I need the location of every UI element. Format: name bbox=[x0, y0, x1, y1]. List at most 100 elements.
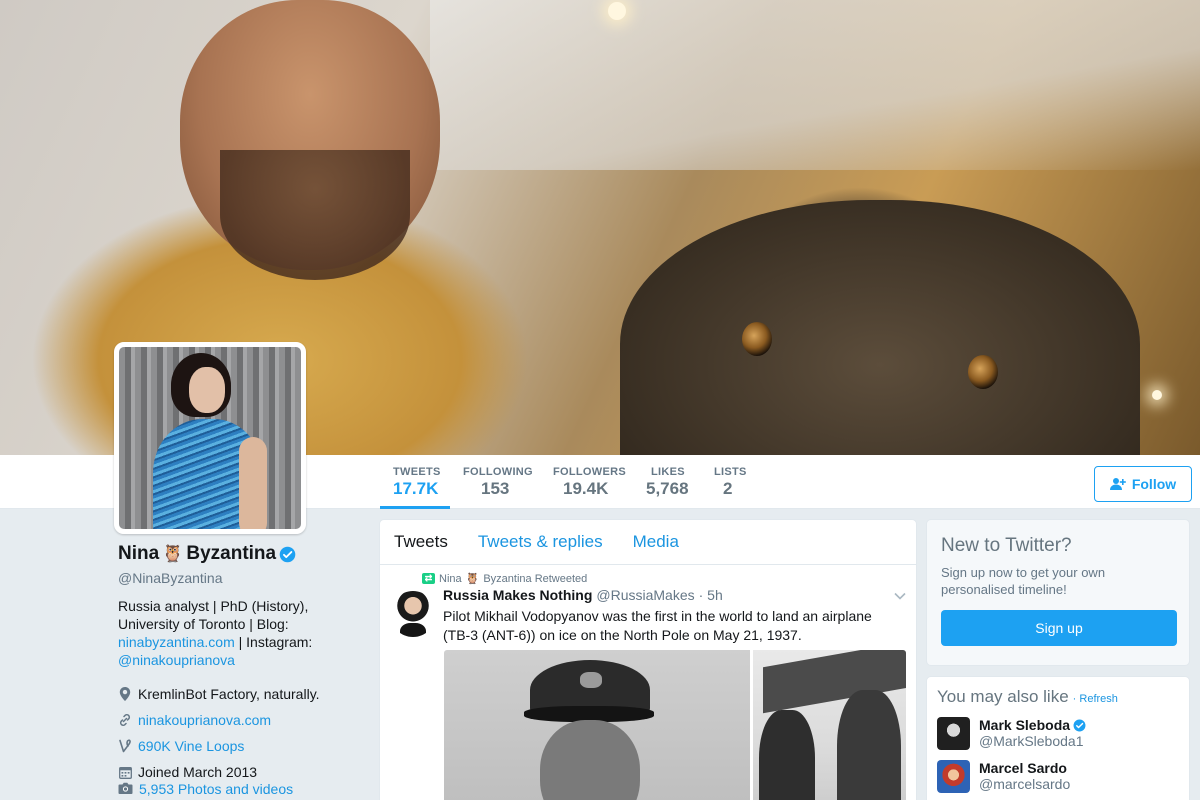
profile-handle[interactable]: @NinaByzantina bbox=[118, 570, 368, 586]
suggestions-title: You may also like bbox=[937, 687, 1069, 706]
profile-bio: Russia analyst | PhD (History), Universi… bbox=[118, 597, 363, 669]
refresh-link[interactable]: · Refresh bbox=[1073, 693, 1118, 705]
location-text: KremlinBot Factory, naturally. bbox=[138, 686, 320, 702]
retweet-context: ⇄ Nina 🦉 Byzantina Retweeted bbox=[422, 572, 587, 585]
user-name[interactable]: Mark Sleboda bbox=[979, 717, 1086, 733]
profile-vine[interactable]: 690K Vine Loops bbox=[118, 733, 368, 759]
tab-tweets[interactable]: Tweets bbox=[394, 532, 448, 552]
verified-icon bbox=[1073, 719, 1086, 731]
suggested-user[interactable]: Mark Sleboda @MarkSleboda1 bbox=[937, 717, 1086, 753]
banner-dog bbox=[620, 200, 1140, 455]
photo-person bbox=[759, 710, 815, 800]
stat-label: FOLLOWERS bbox=[553, 466, 626, 478]
stat-label: LISTS bbox=[714, 466, 747, 478]
add-user-icon bbox=[1109, 478, 1126, 490]
location-pin-icon bbox=[118, 687, 132, 701]
user-handle: @MarkSleboda1 bbox=[979, 733, 1084, 749]
stat-followers[interactable]: FOLLOWERS 19.4K bbox=[553, 455, 626, 509]
link-icon bbox=[118, 713, 132, 727]
banner-dog-eye bbox=[968, 355, 998, 389]
profile-card: Nina 🦉 Byzantina @NinaByzantina Russia a… bbox=[118, 543, 368, 785]
bio-blog-link[interactable]: ninabyzantina.com bbox=[118, 634, 235, 650]
stat-lists[interactable]: LISTS 2 bbox=[714, 455, 747, 509]
verified-icon bbox=[279, 546, 296, 562]
user-name-text: Marcel Sardo bbox=[979, 760, 1067, 776]
retweet-icon: ⇄ bbox=[422, 573, 435, 584]
vine-icon bbox=[118, 739, 132, 753]
banner-light bbox=[608, 2, 626, 20]
website-link[interactable]: ninakouprianova.com bbox=[138, 712, 271, 728]
follow-label: Follow bbox=[1131, 476, 1177, 492]
stat-label: FOLLOWING bbox=[463, 466, 533, 478]
tweet-photo-aviators[interactable] bbox=[753, 650, 906, 800]
joined-text: Joined March 2013 bbox=[138, 764, 258, 780]
photos-label: 5,953 Photos and videos bbox=[139, 781, 294, 797]
photo-cap-badge bbox=[580, 672, 602, 688]
profile-meta: KremlinBot Factory, naturally. ninakoupr… bbox=[118, 681, 368, 785]
photo-person bbox=[837, 690, 901, 800]
profile-name-last: Byzantina bbox=[186, 543, 277, 564]
avatar-face bbox=[189, 367, 225, 413]
tweet-author-avatar[interactable] bbox=[390, 591, 436, 637]
signup-module: New to Twitter? Sign up now to get your … bbox=[926, 519, 1190, 666]
avatar-shirt bbox=[400, 623, 426, 637]
user-avatar[interactable] bbox=[937, 717, 970, 750]
user-handle: @marcelsardo bbox=[979, 776, 1071, 792]
tab-tweets-and-replies[interactable]: Tweets & replies bbox=[478, 532, 603, 552]
profile-avatar[interactable] bbox=[114, 342, 306, 534]
calendar-icon bbox=[118, 765, 132, 779]
profile-location: KremlinBot Factory, naturally. bbox=[118, 681, 368, 707]
tab-media[interactable]: Media bbox=[633, 532, 679, 552]
retweeter-first[interactable]: Nina bbox=[439, 573, 462, 585]
banner-dog-eye bbox=[742, 322, 772, 356]
stat-value: 2 bbox=[723, 479, 733, 498]
user-info: Mark Sleboda @MarkSleboda1 bbox=[979, 717, 1086, 753]
stat-label: TWEETS bbox=[393, 466, 441, 478]
timeline: Tweets Tweets & replies Media ⇄ Nina 🦉 Byz… bbox=[379, 519, 917, 800]
user-info: Marcel Sardo @marcelsardo bbox=[979, 760, 1070, 796]
stat-value: 153 bbox=[481, 479, 510, 498]
user-avatar[interactable] bbox=[937, 760, 970, 793]
profile-name[interactable]: Nina 🦉 Byzantina bbox=[118, 543, 368, 565]
avatar-arm bbox=[239, 437, 267, 529]
stat-tweets[interactable]: TWEETS 17.7K bbox=[380, 455, 450, 509]
profile-website[interactable]: ninakouprianova.com bbox=[118, 707, 368, 733]
vine-link[interactable]: 690K Vine Loops bbox=[138, 738, 244, 754]
follow-button[interactable]: Follow bbox=[1094, 466, 1192, 502]
owl-icon: 🦉 bbox=[465, 573, 480, 585]
stat-value: 17.7K bbox=[393, 479, 439, 498]
suggested-user[interactable]: Marcel Sardo @marcelsardo bbox=[937, 760, 1070, 796]
bio-text: Russia analyst | PhD (History), Universi… bbox=[118, 598, 309, 632]
profile-name-first: Nina bbox=[118, 543, 160, 564]
retweeter-rest: Byzantina Retweeted bbox=[483, 572, 588, 585]
tweet-author-name[interactable]: Russia Makes Nothing bbox=[443, 587, 592, 603]
tweet-author-handle[interactable]: @RussiaMakes bbox=[596, 587, 694, 603]
suggestions-header: You may also like · Refresh bbox=[937, 687, 1179, 707]
stat-following[interactable]: FOLLOWING 153 bbox=[463, 455, 533, 509]
banner-light bbox=[1152, 390, 1162, 400]
banner-ceiling bbox=[430, 0, 1200, 170]
tweet-text: Pilot Mikhail Vodopyanov was the first i… bbox=[443, 608, 872, 643]
timeline-tabs: Tweets Tweets & replies Media bbox=[380, 520, 916, 565]
signup-title: New to Twitter? bbox=[941, 535, 1072, 556]
user-name[interactable]: Marcel Sardo bbox=[979, 760, 1070, 776]
who-to-follow-module: You may also like · Refresh Mark Sleboda… bbox=[926, 676, 1190, 800]
owl-icon: 🦉 bbox=[162, 544, 184, 563]
signup-button[interactable]: Sign up bbox=[941, 610, 1177, 646]
tweet-timestamp[interactable]: · 5h bbox=[699, 587, 723, 603]
stat-label: LIKES bbox=[651, 466, 685, 478]
signup-text: Sign up now to get your own personalised… bbox=[941, 565, 1106, 597]
tweet-header: Russia Makes Nothing @RussiaMakes · 5h bbox=[443, 587, 723, 603]
banner-man-beard bbox=[220, 150, 410, 280]
photos-and-videos-link[interactable]: 5,953 Photos and videos bbox=[118, 781, 293, 797]
user-name-text: Mark Sleboda bbox=[979, 717, 1071, 733]
chevron-down-icon[interactable] bbox=[894, 589, 906, 603]
photo-face bbox=[540, 720, 640, 800]
stat-value: 5,768 bbox=[646, 479, 689, 498]
tweet-photo-pilot-portrait[interactable] bbox=[444, 650, 750, 800]
bio-instagram-link[interactable]: @ninakouprianova bbox=[118, 652, 235, 668]
bio-text: | Instagram: bbox=[234, 634, 313, 650]
camera-icon bbox=[118, 781, 133, 797]
stat-value: 19.4K bbox=[563, 479, 609, 498]
stat-likes[interactable]: LIKES 5,768 bbox=[646, 455, 689, 509]
